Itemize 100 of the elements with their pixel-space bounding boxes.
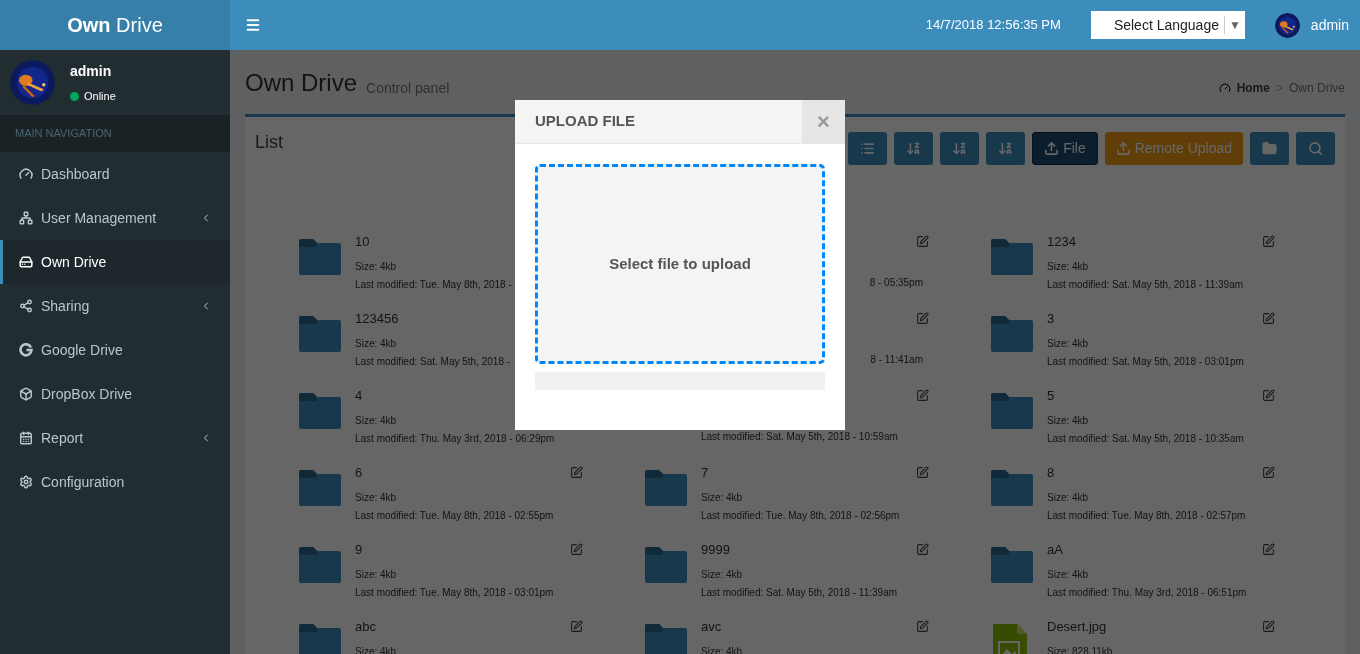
file-size: Size: 4kb xyxy=(1047,414,1090,428)
nav-item[interactable]: Configuration xyxy=(0,460,230,504)
folder-icon xyxy=(297,237,343,277)
sort-icon xyxy=(998,141,1014,156)
box-icon xyxy=(19,387,33,401)
file-modified: Last modified: Tue. May 8th, 2018 - 02:55pm xyxy=(355,509,555,523)
file-modified: 8 - 05:35pm xyxy=(869,276,923,290)
toolbar-button[interactable]: File xyxy=(1032,132,1098,165)
file-modified: Last modified: Tue. May 8th, 2018 - 02:57pm xyxy=(1047,509,1247,523)
folder-icon xyxy=(643,545,689,585)
edit-icon[interactable] xyxy=(916,620,929,633)
file-name[interactable]: 6 xyxy=(355,464,587,482)
file-name[interactable]: 5 xyxy=(1047,387,1279,405)
file-modified: Last modified: Sat. May 5th, 2018 - 11:39am xyxy=(1047,278,1245,292)
file-name[interactable]: abc xyxy=(355,618,587,636)
folder-icon xyxy=(297,545,343,585)
folder-icon xyxy=(643,468,689,508)
file-modified: Last modified: Thu. May 3rd, 2018 - 06:29pm xyxy=(355,432,556,446)
sitemap-icon xyxy=(19,211,33,225)
file-size: Size: 4kb xyxy=(1047,568,1090,582)
nav-item[interactable]: Sharing xyxy=(0,284,230,328)
file-size: Size: 4kb xyxy=(355,491,398,505)
sort-icon xyxy=(906,141,922,156)
toolbar-button[interactable] xyxy=(986,132,1026,165)
file-size: Size: 4kb xyxy=(701,491,744,505)
file-modified: Last modified: Tue. May 8th, 2018 - 02:56pm xyxy=(701,509,901,523)
page-title: Own Drive xyxy=(245,68,358,98)
nav-item[interactable]: Report xyxy=(0,416,230,460)
file-size: Size: 4kb xyxy=(1047,260,1090,274)
upload-icon xyxy=(1044,141,1060,156)
file-name[interactable]: avc xyxy=(701,618,933,636)
file-modified: Last modified: Sat. May 5th, 2018 - 10:59am xyxy=(701,430,899,444)
file-name[interactable]: aA xyxy=(1047,541,1279,559)
dialog-title: UPLOAD FILE xyxy=(534,111,636,132)
share-icon xyxy=(19,299,33,313)
file-name[interactable]: 3 xyxy=(1047,310,1279,328)
toolbar-button[interactable] xyxy=(894,132,934,165)
folder-icon xyxy=(297,391,343,431)
datetime: 14/7/2018 12:56:35 PM xyxy=(925,16,1061,35)
nav-item[interactable]: Own Drive xyxy=(0,240,230,284)
toolbar-button[interactable] xyxy=(940,132,980,165)
nav-item[interactable]: Dashboard xyxy=(0,152,230,196)
edit-icon[interactable] xyxy=(1262,235,1275,248)
edit-icon[interactable] xyxy=(1262,389,1275,402)
edit-icon[interactable] xyxy=(570,543,583,556)
file-size: Size: 4kb xyxy=(1047,491,1090,505)
file-modified: Last modified: Tue. May 8th, 2018 - xyxy=(355,278,513,292)
language-select[interactable]: Select Language ▼ xyxy=(1090,11,1245,39)
file-size: Size: 4kb xyxy=(355,568,398,582)
file-modified: Last modified: Sat. May 5th, 2018 - 11:39am xyxy=(701,586,899,600)
nav-item[interactable]: DropBox Drive xyxy=(0,372,230,416)
file-name[interactable]: 7 xyxy=(701,464,933,482)
user-name[interactable]: admin xyxy=(1310,14,1349,36)
edit-icon[interactable] xyxy=(1262,466,1275,479)
menu-icon xyxy=(245,17,261,33)
file-modified: Last modified: Sat. May 5th, 2018 - xyxy=(355,355,512,369)
nav-item[interactable]: User Management xyxy=(0,196,230,240)
nav-item[interactable]: Google Drive xyxy=(0,328,230,372)
edit-icon[interactable] xyxy=(1262,312,1275,325)
edit-icon[interactable] xyxy=(1262,620,1275,633)
edit-icon[interactable] xyxy=(916,235,929,248)
file-modified: Last modified: Sat. May 5th, 2018 - 10:35am xyxy=(1047,432,1245,446)
edit-icon[interactable] xyxy=(570,620,583,633)
edit-icon[interactable] xyxy=(1262,543,1275,556)
upload-icon xyxy=(1115,141,1131,156)
section-header: MAIN NAVIGATION xyxy=(15,126,112,142)
file-name[interactable]: 9 xyxy=(355,541,587,559)
folder-icon xyxy=(989,314,1035,354)
search-icon xyxy=(1308,141,1323,156)
dropzone[interactable]: Select file to upload xyxy=(535,164,825,364)
edit-icon[interactable] xyxy=(916,543,929,556)
edit-icon[interactable] xyxy=(916,389,929,402)
dashboard-icon xyxy=(1218,82,1231,94)
toolbar-button[interactable] xyxy=(1296,132,1335,165)
breadcrumb-separator: > xyxy=(1275,80,1283,97)
toolbar-button[interactable]: Remote Upload xyxy=(1104,132,1243,165)
close-button[interactable]: × xyxy=(802,100,845,143)
file-name[interactable]: 8 xyxy=(1047,464,1279,482)
user-name: admin xyxy=(70,61,113,81)
file-name[interactable]: Desert.jpg xyxy=(1047,618,1279,636)
folder-icon xyxy=(989,237,1035,277)
folder-icon xyxy=(297,314,343,354)
file-size: Size: 4kb xyxy=(1047,337,1090,351)
file-modified: 8 - 11:41am xyxy=(870,353,923,367)
edit-icon[interactable] xyxy=(916,466,929,479)
edit-icon[interactable] xyxy=(570,466,583,479)
file-size: Size: 4kb xyxy=(355,337,398,351)
folder-icon xyxy=(989,391,1035,431)
logo[interactable]: Own Drive xyxy=(0,0,230,50)
list-icon xyxy=(860,141,876,156)
toolbar-button[interactable] xyxy=(1250,132,1289,165)
breadcrumb-item[interactable]: Home xyxy=(1236,79,1270,97)
folder-icon xyxy=(989,545,1035,585)
toolbar-button[interactable] xyxy=(848,132,888,165)
dashboard-icon xyxy=(19,167,33,181)
status-label: Online xyxy=(84,88,116,104)
file-modified: Last modified: Tue. May 8th, 2018 - 03:01pm xyxy=(355,586,555,600)
edit-icon[interactable] xyxy=(916,312,929,325)
file-name[interactable]: 1234 xyxy=(1047,233,1279,251)
file-name[interactable]: 9999 xyxy=(701,541,933,559)
